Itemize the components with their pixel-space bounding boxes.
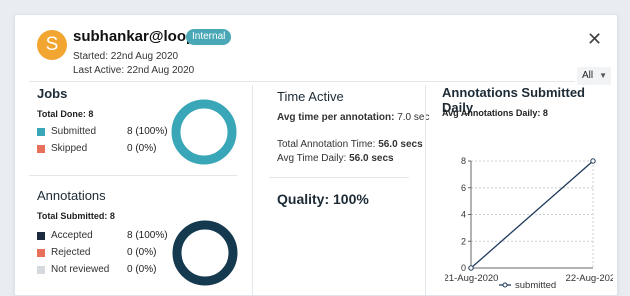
skipped-label: Skipped <box>51 143 88 154</box>
column-divider-2 <box>425 85 426 295</box>
accepted-donut-ring <box>172 220 238 286</box>
not-reviewed-label: Not reviewed <box>51 264 110 275</box>
time-active-title: Time Active <box>277 89 344 104</box>
not-reviewed-legend-swatch <box>37 266 45 274</box>
submitted-donut-ring <box>171 99 237 165</box>
role-badge: Internal <box>186 29 232 45</box>
jobs-donut-chart <box>171 99 237 165</box>
annotations-total: Total Submitted: 8 <box>37 211 115 221</box>
column-divider-1 <box>252 85 253 295</box>
data-point-0 <box>468 265 474 271</box>
skipped-legend-swatch <box>37 145 45 153</box>
date-filter-select[interactable]: All ▼ <box>577 67 611 85</box>
header-divider <box>29 81 575 82</box>
daily-line-chart: 0 2 4 6 8 21-Aug-2020 22-Aug-2020 submitted <box>445 156 613 291</box>
accepted-label: Accepted <box>51 230 93 241</box>
y-tick-label-2: 2 <box>461 236 466 246</box>
submitted-label: Submitted <box>51 126 97 137</box>
submitted-legend-swatch <box>37 128 45 136</box>
legend-label-submitted: submitted <box>515 280 556 291</box>
data-point-1 <box>590 158 596 164</box>
chevron-down-icon: ▼ <box>599 71 607 80</box>
y-tick-label-6: 6 <box>461 183 466 193</box>
rejected-label: Rejected <box>51 247 91 258</box>
y-tick-label-4: 4 <box>461 210 466 220</box>
x-tick-label-0: 21-Aug-2020 <box>445 273 498 284</box>
y-tick-label-8: 8 <box>461 156 466 166</box>
last-active-date: Last Active: 22nd Aug 2020 <box>73 65 195 76</box>
rejected-value: 0 (0%) <box>127 247 157 258</box>
date-filter-value: All <box>582 70 594 81</box>
avg-annotations-daily: Avg Annotations Daily: 8 <box>442 108 548 118</box>
quality-score: Quality: 100% <box>277 191 369 207</box>
jobs-total: Total Done: 8 <box>37 109 94 119</box>
skipped-value: 0 (0%) <box>127 143 157 154</box>
rejected-legend-swatch <box>37 249 45 257</box>
annotations-donut-chart <box>172 220 238 286</box>
jobs-divider <box>29 175 237 176</box>
y-tick-label-0: 0 <box>461 263 466 273</box>
series-line-submitted <box>470 160 594 269</box>
avatar: S <box>37 30 67 60</box>
user-stats-card: S subhankar@loopr.ai Internal Started: 2… <box>14 14 618 296</box>
annotations-title: Annotations <box>37 188 106 203</box>
started-date: Started: 22nd Aug 2020 <box>73 51 179 62</box>
close-icon[interactable]: ✕ <box>587 29 602 50</box>
avg-time-daily: Avg Time Daily: 56.0 secs <box>277 153 394 164</box>
legend-marker-submitted <box>502 282 508 288</box>
accepted-value: 8 (100%) <box>127 230 168 241</box>
x-tick-label-1: 22-Aug-2020 <box>566 273 613 284</box>
accepted-legend-swatch <box>37 232 45 240</box>
time-divider <box>269 177 409 178</box>
avg-time-per-annotation: Avg time per annotation: 7.0 sec <box>277 112 430 123</box>
submitted-value: 8 (100%) <box>127 126 168 137</box>
jobs-title: Jobs <box>37 86 68 101</box>
not-reviewed-value: 0 (0%) <box>127 264 157 275</box>
total-annotation-time: Total Annotation Time: 56.0 secs <box>277 139 423 150</box>
